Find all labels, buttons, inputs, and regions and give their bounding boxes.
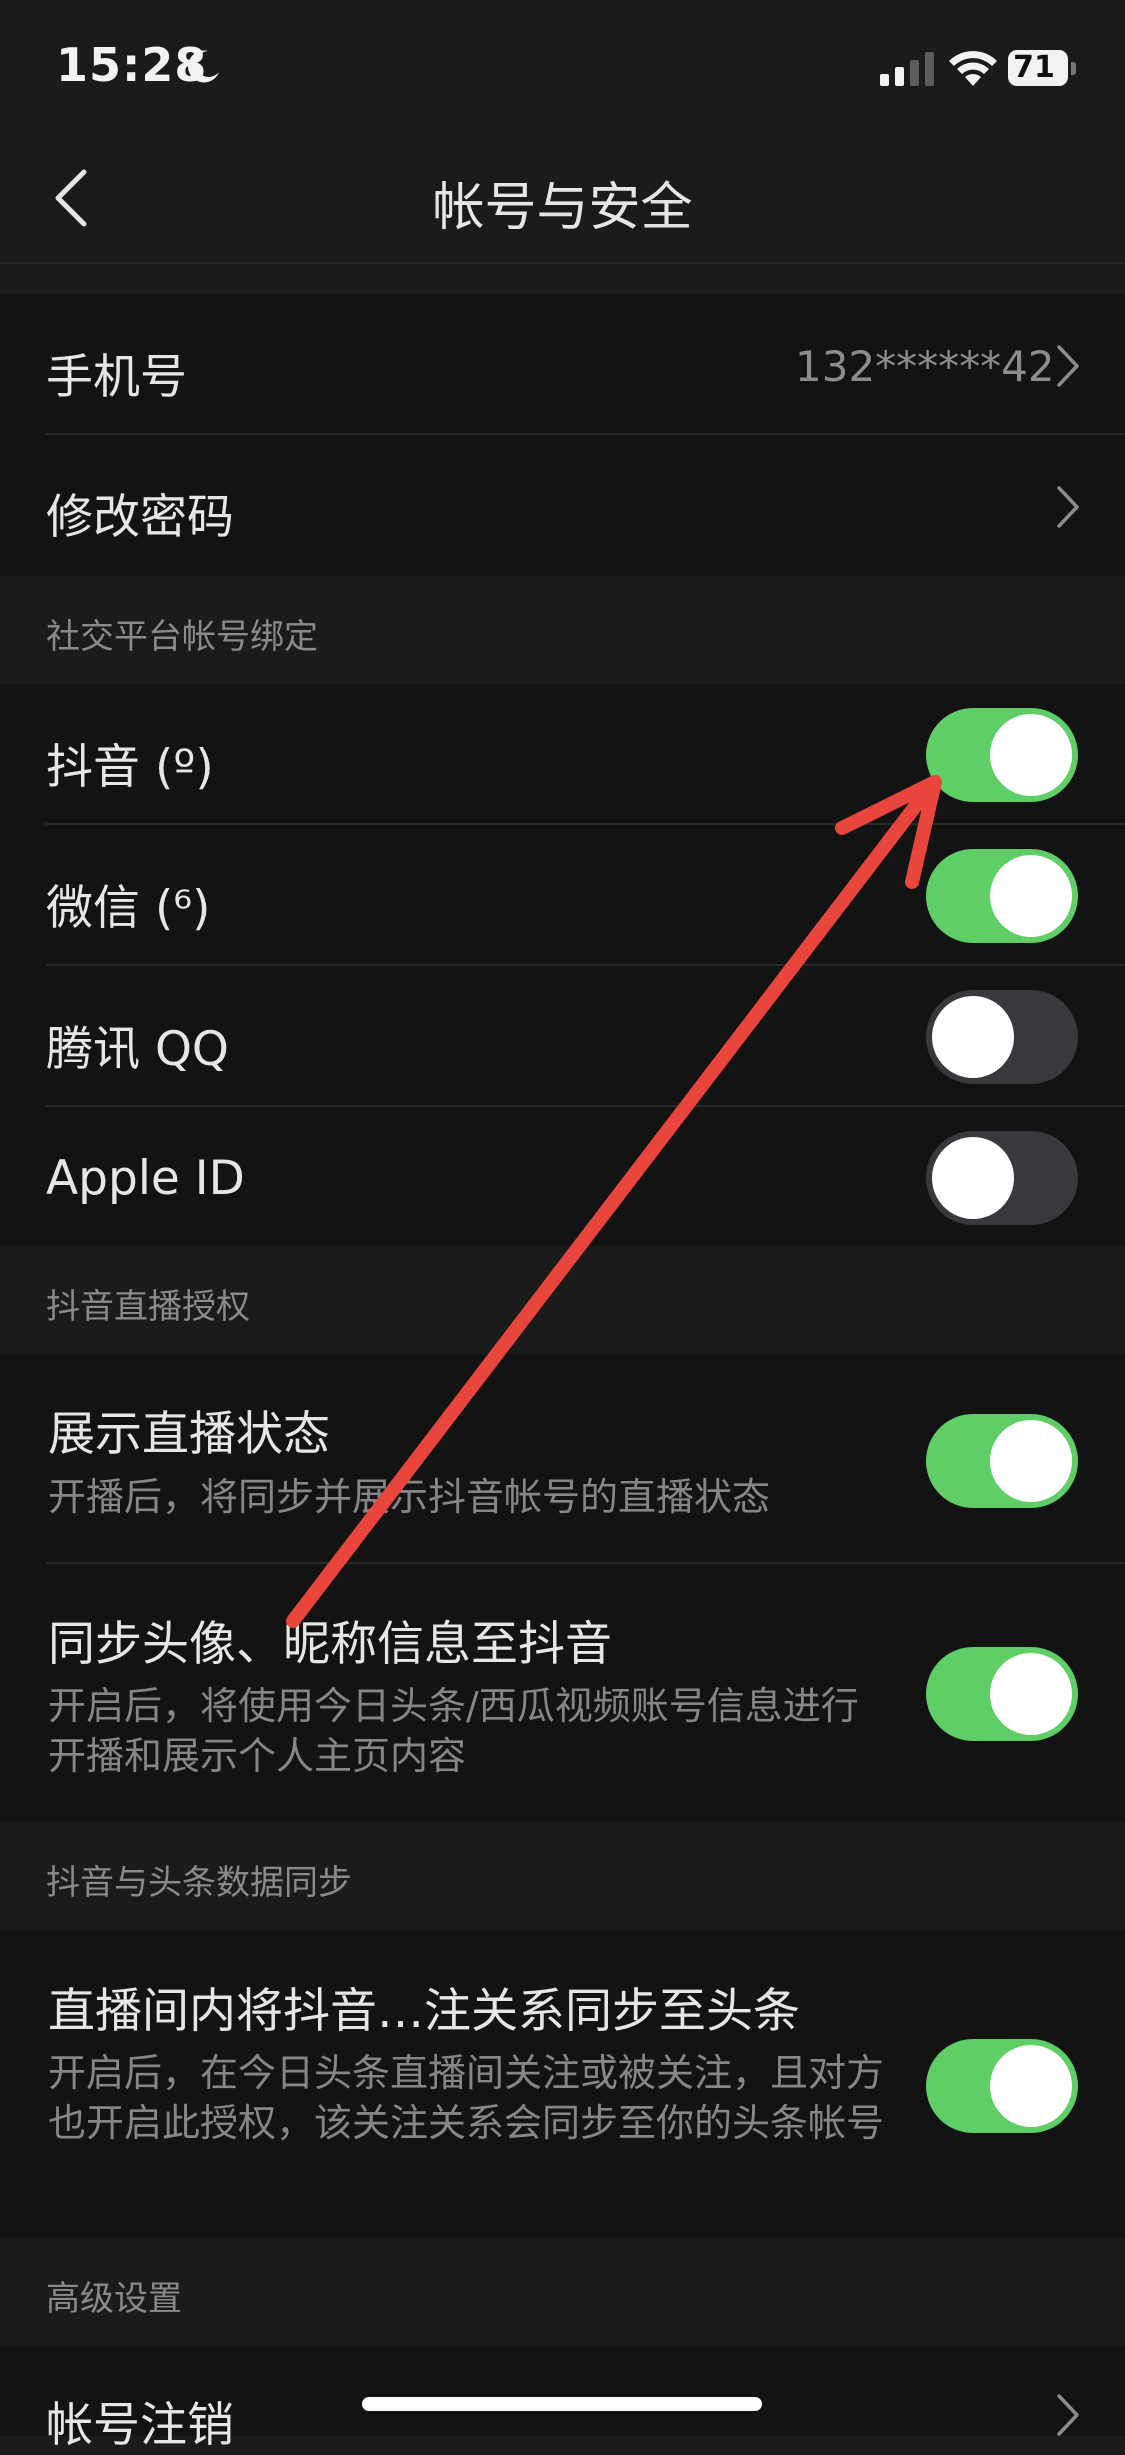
battery-indicator: 71 bbox=[1008, 50, 1078, 88]
sync-avatar-title: 同步头像、昵称信息至抖音 bbox=[48, 1617, 612, 1672]
show-live-status-title: 展示直播状态 bbox=[48, 1407, 330, 1462]
page-title: 帐号与安全 bbox=[432, 178, 693, 238]
show-live-status-subtitle: 开播后，将同步并展示抖音帐号的直播状态 bbox=[48, 1475, 771, 1519]
moon-icon bbox=[187, 50, 219, 83]
wechat-label: 微信 (⁶) bbox=[46, 881, 211, 936]
row-divider bbox=[46, 823, 1125, 825]
phone-value: 132******42 bbox=[795, 342, 1055, 391]
sync-follow-toggle[interactable] bbox=[926, 2039, 1078, 2133]
chevron-right-icon bbox=[1057, 345, 1079, 387]
row-divider bbox=[46, 964, 1125, 966]
row-divider bbox=[46, 1562, 1125, 1564]
section-header-advanced: 高级设置 bbox=[0, 2238, 1125, 2346]
deactivate-account-label[interactable]: 帐号注销 bbox=[46, 2386, 234, 2455]
sync-avatar-subtitle: 开启后，将使用今日头条/西瓜视频账号信息进行开播和展示个人主页内容 bbox=[48, 1684, 859, 1778]
chevron-right-icon bbox=[1057, 486, 1079, 528]
wechat-toggle[interactable] bbox=[926, 849, 1078, 943]
status-time: 15:28 bbox=[56, 38, 208, 92]
chevron-right-icon bbox=[1057, 2394, 1079, 2436]
battery-level: 71 bbox=[1013, 50, 1055, 85]
qq-label: 腾讯 QQ bbox=[46, 1022, 229, 1077]
section-gap bbox=[0, 264, 1125, 294]
apple-id-toggle[interactable] bbox=[926, 1131, 1078, 1225]
section-header-data-sync-label: 抖音与头条数据同步 bbox=[46, 1863, 352, 1903]
apple-id-label: Apple ID bbox=[46, 1151, 245, 1206]
section-header-live-auth: 抖音直播授权 bbox=[0, 1246, 1125, 1354]
sync-avatar-toggle[interactable] bbox=[926, 1647, 1078, 1741]
douyin-label: 抖音 (º) bbox=[46, 740, 214, 795]
section-header-advanced-label: 高级设置 bbox=[46, 2279, 182, 2319]
douyin-toggle[interactable] bbox=[926, 708, 1078, 802]
qq-toggle[interactable] bbox=[926, 990, 1078, 1084]
wifi-icon bbox=[949, 51, 997, 86]
phone-label: 手机号 bbox=[46, 350, 187, 405]
section-header-data-sync: 抖音与头条数据同步 bbox=[0, 1822, 1125, 1930]
row-divider bbox=[46, 1105, 1125, 1107]
section-header-social-label: 社交平台帐号绑定 bbox=[46, 617, 318, 657]
signal-icon bbox=[880, 52, 934, 86]
section-header-live-auth-label: 抖音直播授权 bbox=[46, 1287, 250, 1327]
show-live-status-toggle[interactable] bbox=[926, 1414, 1078, 1508]
sync-follow-title: 直播间内将抖音…注关系同步至头条 bbox=[48, 1984, 800, 2039]
change-password-label: 修改密码 bbox=[46, 490, 234, 545]
section-header-social: 社交平台帐号绑定 bbox=[0, 576, 1125, 684]
sync-follow-subtitle: 开启后，在今日头条直播间关注或被关注，且对方也开启此授权，该关注关系会同步至你的… bbox=[48, 2051, 885, 2145]
home-indicator bbox=[362, 2397, 762, 2411]
